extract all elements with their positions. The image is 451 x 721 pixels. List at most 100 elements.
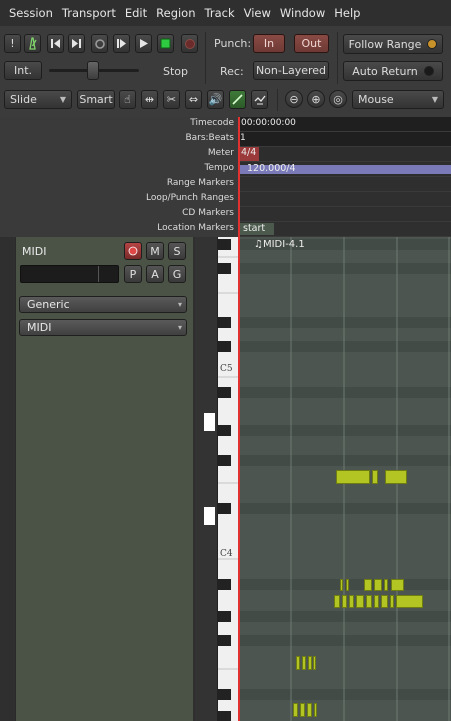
menu-session[interactable]: Session — [0, 6, 53, 20]
loop-punch-ruler[interactable] — [238, 192, 451, 206]
track-record-icon[interactable] — [124, 242, 142, 260]
chevron-down-icon: ▾ — [177, 300, 182, 309]
bars-beats-ruler[interactable]: 1 — [238, 132, 451, 146]
piano-keys[interactable] — [218, 237, 239, 721]
loop-icon[interactable] — [91, 34, 108, 53]
stop-icon[interactable] — [157, 34, 174, 53]
midi-note[interactable] — [349, 595, 354, 608]
playhead-line — [238, 237, 240, 721]
audition-tool-icon[interactable]: 🔊 — [207, 90, 224, 109]
midi-note[interactable] — [300, 703, 305, 717]
midi-note[interactable] — [364, 579, 372, 591]
location-marker-start[interactable]: start — [240, 223, 274, 235]
panic-icon[interactable]: ! — [4, 34, 21, 53]
midi-note[interactable] — [293, 703, 298, 717]
midi-note[interactable] — [296, 656, 300, 670]
cd-markers-ruler[interactable] — [238, 207, 451, 221]
midi-note[interactable] — [356, 595, 364, 608]
tempo-value: 120.000/4 — [247, 163, 296, 174]
midi-note[interactable] — [334, 595, 340, 608]
midi-note[interactable] — [385, 470, 407, 484]
menu-help[interactable]: Help — [325, 6, 360, 20]
play-range-icon[interactable] — [113, 34, 130, 53]
menu-track[interactable]: Track — [196, 6, 235, 20]
zoom-out-icon[interactable]: ⊖ — [285, 90, 303, 108]
midi-note[interactable] — [307, 703, 312, 717]
piano-roll-region[interactable]: ♫MIDI-4.1 — [238, 237, 451, 721]
play-icon[interactable] — [135, 34, 152, 53]
menu-edit[interactable]: Edit — [116, 6, 147, 20]
midi-note[interactable] — [390, 595, 394, 608]
piano-keyboard[interactable]: C5 C4 — [217, 237, 239, 721]
note-range-scroller[interactable] — [195, 237, 217, 721]
timecode-ruler[interactable]: 00:00:00:00 — [238, 117, 451, 131]
smart-mode-button[interactable]: Smart — [77, 90, 115, 109]
midi-note[interactable] — [313, 656, 316, 670]
shuttle-slider-handle[interactable] — [87, 61, 99, 80]
instrument-select[interactable]: Generic ▾ — [19, 296, 187, 313]
octave-label-c4: C4 — [220, 549, 233, 559]
midi-note[interactable] — [340, 579, 343, 591]
stretch-tool-icon[interactable]: ⇔ — [185, 90, 202, 109]
mute-button[interactable]: M — [146, 242, 164, 260]
playhead[interactable] — [238, 117, 240, 237]
midi-note[interactable] — [314, 703, 317, 717]
punch-in-button[interactable]: In — [253, 34, 285, 53]
toolbar-separator — [277, 89, 278, 111]
location-markers-ruler[interactable]: start — [238, 222, 451, 236]
menu-bar: Session Transport Edit Region Track View… — [0, 0, 451, 26]
zoom-to-session-icon[interactable]: ◎ — [329, 90, 347, 108]
midi-note[interactable] — [308, 656, 312, 670]
midi-note[interactable] — [384, 579, 388, 591]
go-to-start-icon[interactable] — [47, 34, 64, 53]
range-markers-ruler[interactable] — [238, 177, 451, 191]
record-icon[interactable] — [181, 34, 198, 53]
scroller-handle[interactable] — [204, 413, 215, 431]
zoom-in-icon[interactable]: ⊕ — [307, 90, 325, 108]
go-to-end-icon[interactable] — [68, 34, 85, 53]
midi-note[interactable] — [342, 595, 347, 608]
scroller-handle[interactable] — [204, 507, 215, 525]
cut-tool-icon[interactable]: ✂ — [163, 90, 180, 109]
tempo-ruler[interactable]: 120.000/4 — [238, 162, 451, 176]
midi-note[interactable] — [374, 595, 379, 608]
midi-note[interactable] — [346, 579, 349, 591]
meter-marker[interactable]: 4/4 — [238, 147, 259, 161]
ruler-label-tempo: Tempo — [204, 163, 235, 173]
midi-note[interactable] — [372, 470, 378, 484]
grab-tool-icon[interactable]: ☝ — [119, 90, 136, 109]
menu-window[interactable]: Window — [271, 6, 325, 20]
follow-range-button[interactable]: Follow Range — [343, 34, 443, 54]
midi-note[interactable] — [336, 470, 370, 484]
channel-select[interactable]: MIDI ▾ — [19, 319, 187, 336]
menu-view[interactable]: View — [235, 6, 271, 20]
playlist-button[interactable]: P — [124, 265, 142, 283]
midi-note[interactable] — [396, 595, 423, 608]
menu-region[interactable]: Region — [147, 6, 195, 20]
draw-tool-icon[interactable] — [229, 90, 246, 109]
internal-edit-tool-icon[interactable] — [251, 90, 268, 109]
internal-clock-button[interactable]: Int. — [4, 61, 42, 80]
rulers-panel: Timecode Bars:Beats Meter Tempo Range Ma… — [0, 117, 451, 237]
midi-note[interactable] — [391, 579, 404, 591]
solo-button[interactable]: S — [168, 242, 186, 260]
midi-note[interactable] — [366, 595, 372, 608]
fader-marker — [98, 266, 99, 282]
auto-return-button[interactable]: Auto Return — [343, 61, 443, 81]
record-mode-button[interactable]: Non-Layered — [253, 61, 329, 80]
track-fader[interactable] — [20, 265, 119, 283]
automation-button[interactable]: A — [146, 265, 164, 283]
edit-mode-select[interactable]: Slide ▼ — [4, 90, 72, 109]
menu-transport[interactable]: Transport — [53, 6, 116, 20]
punch-out-button[interactable]: Out — [294, 34, 329, 53]
track-name[interactable]: MIDI — [22, 245, 46, 258]
octave-label-c5: C5 — [220, 364, 233, 374]
range-tool-icon[interactable]: ⇹ — [141, 90, 158, 109]
midi-note[interactable] — [302, 656, 306, 670]
midi-note[interactable] — [374, 579, 382, 591]
grab-mode-select[interactable]: Mouse ▼ — [352, 90, 444, 109]
metronome-icon[interactable] — [24, 34, 41, 53]
group-button[interactable]: G — [168, 265, 186, 283]
midi-note[interactable] — [381, 595, 388, 608]
meter-ruler[interactable]: 4/4 — [238, 147, 451, 161]
